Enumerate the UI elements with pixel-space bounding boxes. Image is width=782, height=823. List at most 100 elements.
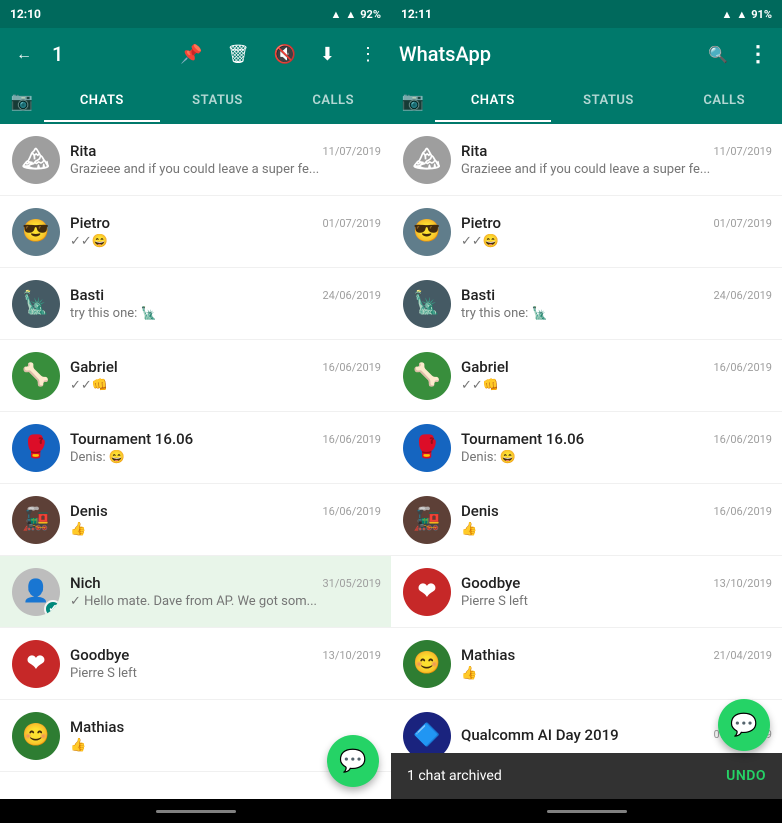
right-camera-tab[interactable]: 📷 (391, 91, 435, 112)
right-chat-name-rita: Rita (461, 142, 487, 160)
right-chat-preview-mathias: 👍 (461, 666, 772, 681)
chat-name-denis: Denis (70, 502, 108, 520)
chat-item-denis[interactable]: 🚂 Denis 16/06/2019 👍 (0, 484, 391, 556)
chat-content-goodbye: Goodbye 13/10/2019 Pierre S left (70, 646, 381, 681)
left-tab-chats[interactable]: CHATS (44, 80, 160, 122)
right-chat-list: 🏔 Rita 11/07/2019 Grazieee and if you co… (391, 124, 782, 753)
chat-content-basti: Basti 24/06/2019 try this one: 🗽 (70, 286, 381, 321)
right-chat-item-goodbye[interactable]: ❤ Goodbye 13/10/2019 Pierre S left (391, 556, 782, 628)
right-avatar-basti: 🗽 (403, 280, 451, 328)
snackbar-text: 1 chat archived (407, 768, 726, 784)
left-nav-bar (0, 799, 391, 823)
chat-date-tournament: 16/06/2019 (322, 433, 381, 446)
chat-content-nich: Nich 31/05/2019 ✓ Hello mate. Dave from … (70, 574, 381, 609)
right-avatar-gabriel: 🦴 (403, 352, 451, 400)
chat-content-tournament: Tournament 16.06 16/06/2019 Denis: 😄 (70, 430, 381, 465)
right-avatar-mathias: 😊 (403, 640, 451, 688)
search-icon: 🔍 (708, 45, 728, 64)
right-new-chat-fab[interactable]: 💬 (718, 699, 770, 751)
chat-name-pietro: Pietro (70, 214, 110, 232)
back-button[interactable]: ← (8, 38, 40, 70)
right-chat-item-mathias[interactable]: 😊 Mathias 21/04/2019 👍 (391, 628, 782, 700)
chat-name-tournament: Tournament 16.06 (70, 430, 193, 448)
mute-button[interactable]: 🔇 (267, 40, 301, 69)
right-chat-item-gabriel[interactable]: 🦴 Gabriel 16/06/2019 ✓✓👊 (391, 340, 782, 412)
right-status-bar: 12:11 ▲ ▲ 91% (391, 0, 782, 28)
avatar-pietro: 😎 (12, 208, 60, 256)
chat-name-nich: Nich (70, 574, 101, 592)
right-tab-chats[interactable]: CHATS (435, 80, 551, 122)
more-options-button[interactable]: ⋮ (742, 38, 774, 70)
right-wifi-icon: ▲ (736, 8, 747, 21)
right-chat-item-basti[interactable]: 🗽 Basti 24/06/2019 try this one: 🗽 (391, 268, 782, 340)
chat-item-basti[interactable]: 🗽 Basti 24/06/2019 try this one: 🗽 (0, 268, 391, 340)
right-avatar-tournament: 🥊 (403, 424, 451, 472)
chat-item-nich[interactable]: 👤 ✓ Nich 31/05/2019 ✓ Hello mate. Dave f… (0, 556, 391, 628)
chat-date-pietro: 01/07/2019 (322, 217, 381, 230)
chat-item-goodbye[interactable]: ❤ Goodbye 13/10/2019 Pierre S left (0, 628, 391, 700)
right-chat-item-denis[interactable]: 🚂 Denis 16/06/2019 👍 (391, 484, 782, 556)
right-chat-date-pietro: 01/07/2019 (713, 217, 772, 230)
pin-button[interactable]: 📌 (174, 40, 208, 69)
chat-preview-rita: Grazieee and if you could leave a super … (70, 162, 381, 177)
left-camera-tab[interactable]: 📷 (0, 91, 44, 112)
right-tab-calls[interactable]: CALLS (666, 80, 782, 122)
search-button[interactable]: 🔍 (702, 38, 734, 70)
avatar-rita: 🏔 (12, 136, 60, 184)
left-tab-calls[interactable]: CALLS (275, 80, 391, 122)
chat-preview-tournament: Denis: 😄 (70, 450, 381, 465)
right-chat-name-basti: Basti (461, 286, 495, 304)
right-avatar-qualcomm: 🔷 (403, 712, 451, 754)
left-tab-bar: 📷 CHATS STATUS CALLS (0, 80, 391, 124)
chat-date-gabriel: 16/06/2019 (322, 361, 381, 374)
left-signal-icon: ▲ (330, 8, 341, 21)
left-tab-status[interactable]: STATUS (160, 80, 276, 122)
chat-preview-goodbye: Pierre S left (70, 666, 381, 681)
right-chat-name-pietro: Pietro (461, 214, 501, 232)
chat-name-mathias: Mathias (70, 718, 124, 736)
right-status-icons: ▲ ▲ 91% (721, 8, 772, 21)
chat-name-gabriel: Gabriel (70, 358, 118, 376)
home-indicator (156, 810, 236, 813)
left-chat-list: 🏔 Rita 11/07/2019 Grazieee and if you co… (0, 124, 391, 799)
archive-snackbar: 1 chat archived UNDO (391, 753, 782, 799)
undo-button[interactable]: UNDO (726, 768, 766, 784)
new-chat-fab[interactable]: 💬 (327, 735, 379, 787)
right-avatar-pietro: 😎 (403, 208, 451, 256)
avatar-gabriel: 🦴 (12, 352, 60, 400)
delete-button[interactable]: 🗑 (221, 40, 256, 69)
right-signal-icon: ▲ (721, 8, 732, 21)
chat-name-basti: Basti (70, 286, 104, 304)
right-tab-status[interactable]: STATUS (551, 80, 667, 122)
left-status-bar: 12:10 ▲ ▲ 92% (0, 0, 391, 28)
chat-name-goodbye: Goodbye (70, 646, 129, 664)
avatar-basti: 🗽 (12, 280, 60, 328)
left-battery: 92% (360, 8, 381, 21)
chat-item-gabriel[interactable]: 🦴 Gabriel 16/06/2019 ✓✓👊 (0, 340, 391, 412)
chat-content-rita: Rita 11/07/2019 Grazieee and if you coul… (70, 142, 381, 177)
chat-item-tournament[interactable]: 🥊 Tournament 16.06 16/06/2019 Denis: 😄 (0, 412, 391, 484)
chat-preview-basti: try this one: 🗽 (70, 306, 381, 321)
right-chat-item-rita[interactable]: 🏔 Rita 11/07/2019 Grazieee and if you co… (391, 124, 782, 196)
camera-icon: 📷 (11, 91, 33, 112)
chat-content-denis: Denis 16/06/2019 👍 (70, 502, 381, 537)
right-app-toolbar: WhatsApp 🔍 ⋮ (391, 28, 782, 80)
right-chat-item-tournament[interactable]: 🥊 Tournament 16.06 16/06/2019 Denis: 😄 (391, 412, 782, 484)
chat-date-denis: 16/06/2019 (322, 505, 381, 518)
right-chat-preview-pietro: ✓✓😄 (461, 234, 772, 249)
more-button[interactable]: ⋮ (353, 40, 383, 69)
right-chat-name-gabriel: Gabriel (461, 358, 509, 376)
right-nav-bar (391, 799, 782, 823)
archive-button[interactable]: ⬇ (314, 40, 341, 69)
right-chat-preview-denis: 👍 (461, 522, 772, 537)
avatar-goodbye: ❤ (12, 640, 60, 688)
right-chat-item-pietro[interactable]: 😎 Pietro 01/07/2019 ✓✓😄 (391, 196, 782, 268)
avatar-nich: 👤 ✓ (12, 568, 60, 616)
right-chat-date-denis: 16/06/2019 (713, 505, 772, 518)
right-home-indicator (547, 810, 627, 813)
chat-item-rita[interactable]: 🏔 Rita 11/07/2019 Grazieee and if you co… (0, 124, 391, 196)
right-battery: 91% (751, 8, 772, 21)
right-chat-name-tournament: Tournament 16.06 (461, 430, 584, 448)
left-wifi-icon: ▲ (345, 8, 356, 21)
chat-item-pietro[interactable]: 😎 Pietro 01/07/2019 ✓✓😄 (0, 196, 391, 268)
